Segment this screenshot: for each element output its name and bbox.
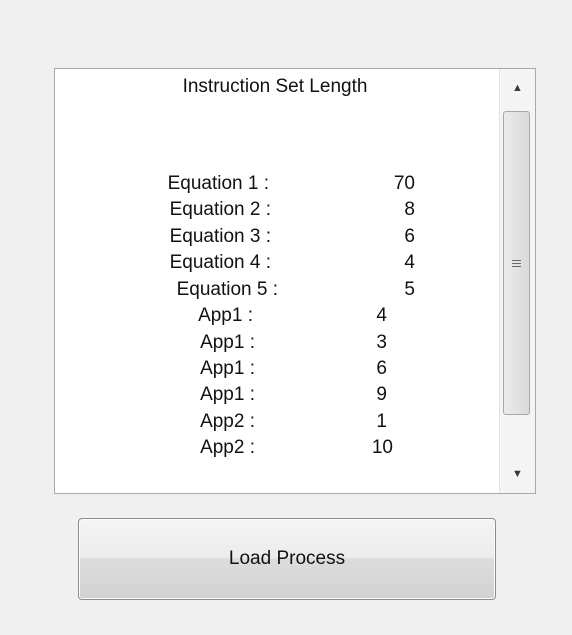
row-value: 10 xyxy=(371,437,393,458)
row-value: 5 xyxy=(404,279,415,300)
row-label: Equation 1 : xyxy=(167,173,269,194)
grip-icon xyxy=(512,259,521,267)
row-label: App1 : xyxy=(198,305,253,326)
row-label: Equation 5 : xyxy=(176,279,278,300)
row-value: 1 xyxy=(376,411,387,432)
row-label: App1 : xyxy=(200,384,255,405)
scroll-up-arrow-icon[interactable]: ▲ xyxy=(500,71,535,105)
row-value: 8 xyxy=(404,199,415,220)
row-label: Equation 3 : xyxy=(169,226,271,247)
row-label: App1 : xyxy=(200,332,255,353)
row-label: App2 : xyxy=(200,411,255,432)
listbox-title: Instruction Set Length xyxy=(182,76,368,97)
load-process-button[interactable]: Load Process xyxy=(78,518,496,600)
row-value: 4 xyxy=(404,252,415,273)
row-value: 9 xyxy=(376,384,387,405)
row-label: Equation 2 : xyxy=(169,199,271,220)
row-value: 6 xyxy=(376,358,387,379)
instruction-set-listbox[interactable]: Instruction Set Length Equation 1 : 70 E… xyxy=(54,68,536,494)
row-label: Equation 4 : xyxy=(169,252,271,273)
scrollbar-thumb[interactable] xyxy=(503,111,530,415)
row-value: 70 xyxy=(393,173,415,194)
row-label: App1 : xyxy=(200,358,255,379)
row-value: 3 xyxy=(376,332,387,353)
row-value: 4 xyxy=(376,305,387,326)
vertical-scrollbar[interactable]: ▲ ▼ xyxy=(499,69,535,493)
scroll-down-arrow-icon[interactable]: ▼ xyxy=(500,457,535,491)
row-label: App2 : xyxy=(200,437,255,458)
listbox-content: Instruction Set Length Equation 1 : 70 E… xyxy=(55,69,499,493)
row-value: 6 xyxy=(404,226,415,247)
